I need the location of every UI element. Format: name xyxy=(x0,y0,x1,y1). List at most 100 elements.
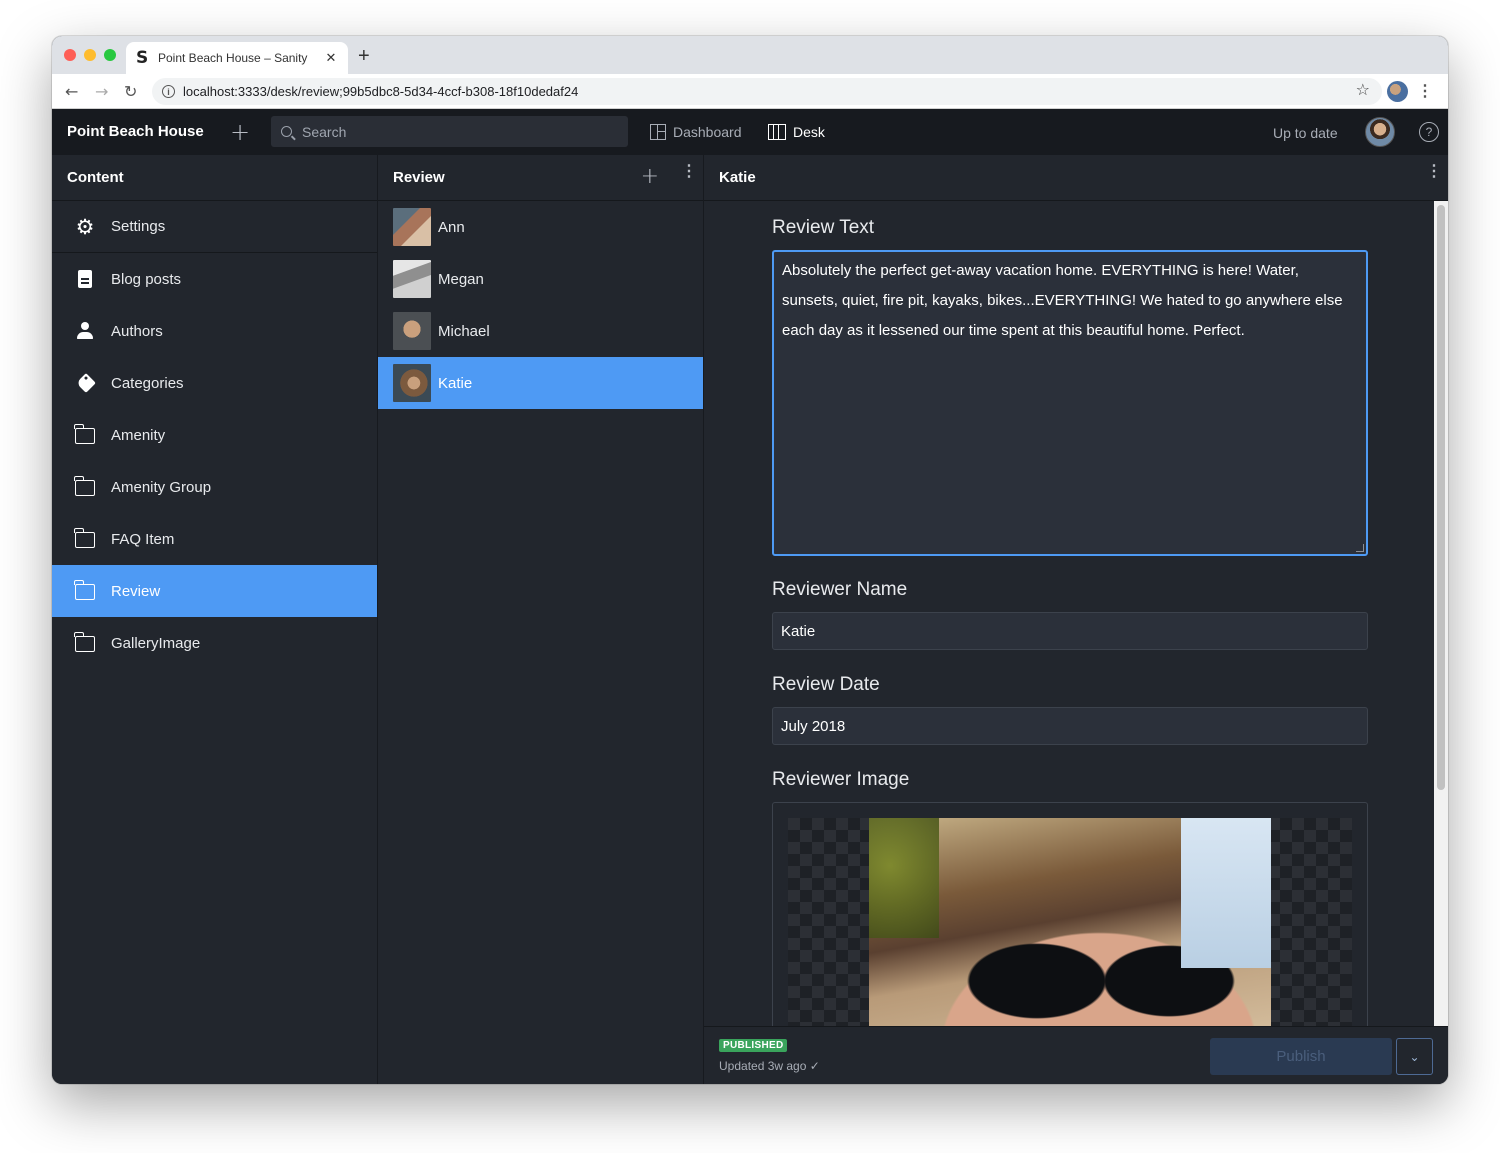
tool-desk-label: Desk xyxy=(793,124,825,140)
reload-icon[interactable]: ↻ xyxy=(124,82,137,101)
folder-icon xyxy=(74,580,95,601)
publish-button[interactable]: Publish xyxy=(1210,1038,1392,1075)
photo-foliage xyxy=(869,818,939,938)
review-document-list: Ann Megan Michael Katie xyxy=(378,201,703,409)
content-pane: Content ⚙ Settings Blog posts Authors Ca xyxy=(52,155,378,1084)
browser-tab[interactable]: S Point Beach House – Sanity ✕ xyxy=(126,42,348,74)
status-badge: PUBLISHED xyxy=(719,1039,788,1052)
create-document-plus-icon[interactable]: + xyxy=(230,118,250,146)
image-input[interactable] xyxy=(772,802,1368,1026)
list-item-label: Katie xyxy=(438,374,473,392)
list-item[interactable]: Megan xyxy=(378,253,703,305)
avatar xyxy=(393,364,431,402)
document-icon xyxy=(75,269,95,289)
grid-icon xyxy=(650,124,666,140)
folder-icon xyxy=(74,424,95,445)
list-item[interactable]: Katie xyxy=(378,357,703,409)
bookmark-star-icon[interactable]: ☆ xyxy=(1356,80,1370,99)
list-item[interactable]: Michael xyxy=(378,305,703,357)
pane-menu-icon[interactable]: ⋮ xyxy=(681,164,697,180)
reviewer-name-input[interactable] xyxy=(772,612,1368,650)
document-title: Katie xyxy=(719,169,756,186)
field-label: Reviewer Name xyxy=(772,579,908,600)
new-tab-icon[interactable]: + xyxy=(358,45,370,68)
chevron-down-icon[interactable]: ⌄ xyxy=(1396,1038,1433,1075)
content-type-list: ⚙ Settings Blog posts Authors Categories xyxy=(52,201,377,669)
user-avatar[interactable] xyxy=(1365,117,1395,147)
field-reviewer-name: Reviewer Name xyxy=(772,579,1368,650)
updated-timestamp: Updated 3w ago ✓ xyxy=(719,1059,820,1073)
sidebar-item-label: FAQ Item xyxy=(111,530,175,548)
document-status-bar: PUBLISHED Updated 3w ago ✓ Publish ⌄ xyxy=(704,1026,1448,1084)
browser-menu-icon[interactable]: ⋮ xyxy=(1417,81,1433,101)
tab-close-icon[interactable]: ✕ xyxy=(324,50,338,66)
content-pane-title: Content xyxy=(67,169,124,186)
list-item-label: Michael xyxy=(438,322,490,340)
forward-arrow-icon[interactable]: → xyxy=(95,82,108,101)
url-text: localhost:3333/desk/review;99b5dbc8-5d34… xyxy=(183,84,579,99)
gear-icon: ⚙ xyxy=(75,214,95,239)
sanity-studio: Point Beach House + Dashboard Desk Up to… xyxy=(52,109,1448,1084)
field-label: Review Text xyxy=(772,217,875,238)
tab-title: Point Beach House – Sanity xyxy=(158,51,308,65)
review-pane-header: Review + ⋮ xyxy=(378,155,703,201)
sidebar-item-label: GalleryImage xyxy=(111,634,201,652)
close-window-button[interactable] xyxy=(64,49,76,61)
studio-navbar: Point Beach House + Dashboard Desk Up to… xyxy=(52,109,1448,155)
url-field[interactable]: i localhost:3333/desk/review;99b5dbc8-5d… xyxy=(152,78,1382,105)
folder-icon xyxy=(74,632,95,653)
list-item-label: Ann xyxy=(438,218,465,236)
browser-address-bar: ← → ↻ i localhost:3333/desk/review;99b5d… xyxy=(52,74,1448,109)
review-date-input[interactable] xyxy=(772,707,1368,745)
editor-form: Review Text Absolutely the perfect get-a… xyxy=(704,201,1448,1026)
editor-header: Katie ⋮ xyxy=(704,155,1448,201)
search-input[interactable] xyxy=(302,123,602,140)
maximize-window-button[interactable] xyxy=(104,49,116,61)
document-menu-icon[interactable]: ⋮ xyxy=(1426,164,1442,180)
search-box[interactable] xyxy=(271,116,628,147)
tool-dashboard-label: Dashboard xyxy=(673,124,742,140)
sidebar-item-amenity[interactable]: Amenity xyxy=(52,409,377,461)
sidebar-item-amenity-group[interactable]: Amenity Group xyxy=(52,461,377,513)
field-review-text: Review Text Absolutely the perfect get-a… xyxy=(772,217,1368,556)
sidebar-item-categories[interactable]: Categories xyxy=(52,357,377,409)
sidebar-item-label: Categories xyxy=(111,374,184,392)
minimize-window-button[interactable] xyxy=(84,49,96,61)
sidebar-item-review[interactable]: Review xyxy=(52,565,377,617)
search-icon xyxy=(281,126,292,137)
content-pane-header: Content xyxy=(52,155,377,201)
review-text-textarea[interactable]: Absolutely the perfect get-away vacation… xyxy=(772,250,1368,556)
editor-scrollbar-thumb[interactable] xyxy=(1437,205,1445,790)
resize-handle-icon[interactable] xyxy=(1356,544,1364,552)
back-arrow-icon[interactable]: ← xyxy=(65,82,78,101)
sidebar-item-authors[interactable]: Authors xyxy=(52,305,377,357)
review-list-pane: Review + ⋮ Ann Megan Michael Katie xyxy=(378,155,704,1084)
list-item[interactable]: Ann xyxy=(378,201,703,253)
package-status[interactable]: Up to date xyxy=(1273,125,1338,141)
avatar xyxy=(393,260,431,298)
tool-desk[interactable]: Desk xyxy=(768,124,825,140)
sidebar-item-faq-item[interactable]: FAQ Item xyxy=(52,513,377,565)
avatar xyxy=(393,312,431,350)
sidebar-item-label: Authors xyxy=(111,322,163,340)
field-review-date: Review Date xyxy=(772,674,1368,745)
browser-profile-avatar[interactable] xyxy=(1387,81,1408,102)
help-icon[interactable]: ? xyxy=(1419,122,1439,142)
avatar xyxy=(393,208,431,246)
columns-icon xyxy=(768,124,786,140)
sidebar-item-label: Blog posts xyxy=(111,270,182,288)
sidebar-item-label: Settings xyxy=(111,218,166,235)
photo-sky xyxy=(1181,818,1271,968)
site-info-icon[interactable]: i xyxy=(162,85,175,98)
create-review-plus-icon[interactable]: + xyxy=(641,164,659,189)
document-editor-pane: Katie ⋮ Review Text Absolutely the perfe… xyxy=(704,155,1448,1084)
sidebar-item-settings[interactable]: ⚙ Settings xyxy=(52,201,377,253)
folder-icon xyxy=(74,528,95,549)
sidebar-item-label: Amenity xyxy=(111,426,166,444)
review-pane-title: Review xyxy=(393,169,445,186)
studio-brand[interactable]: Point Beach House xyxy=(67,123,204,140)
tool-dashboard[interactable]: Dashboard xyxy=(650,124,742,140)
browser-window: S Point Beach House – Sanity ✕ + ← → ↻ i… xyxy=(52,36,1448,1084)
sidebar-item-blog-posts[interactable]: Blog posts xyxy=(52,253,377,305)
sidebar-item-gallery-image[interactable]: GalleryImage xyxy=(52,617,377,669)
